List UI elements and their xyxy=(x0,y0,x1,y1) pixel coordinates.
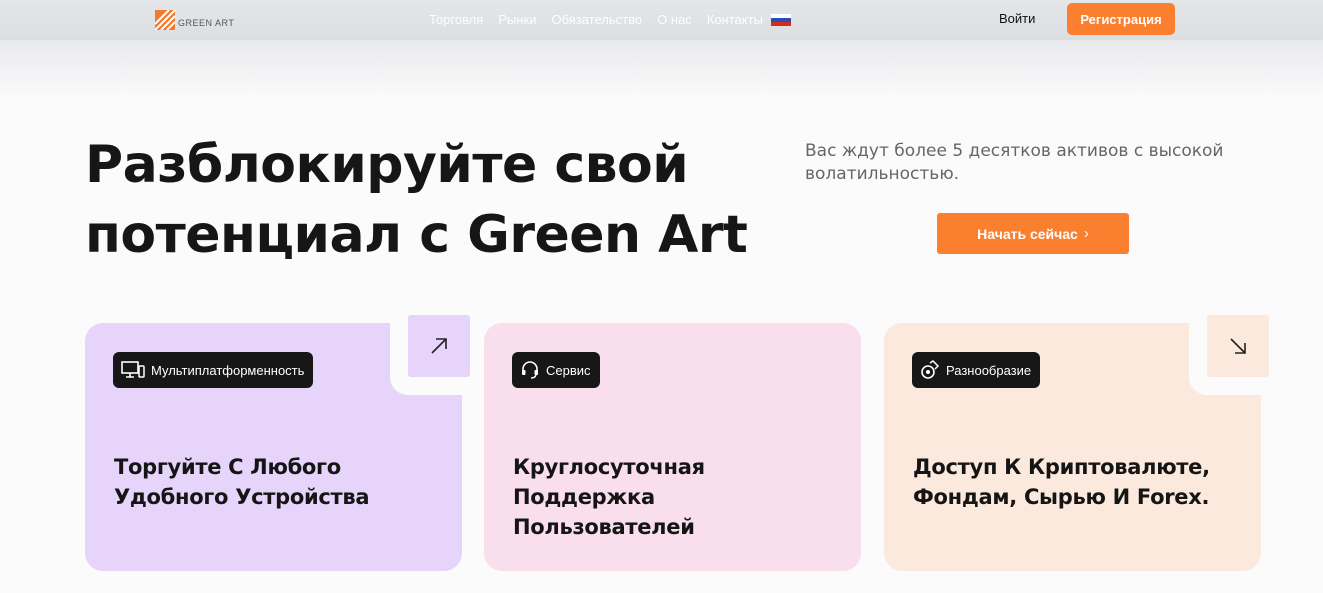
chevron-right-icon: › xyxy=(1083,225,1089,242)
nav-contacts[interactable]: Контакты xyxy=(707,12,763,27)
badge-label: Сервис xyxy=(546,362,591,378)
card-title: Круглосуточная Поддержка Пользователей xyxy=(513,455,705,539)
nav-markets[interactable]: Рынки xyxy=(498,12,536,27)
russia-flag-icon[interactable] xyxy=(770,13,791,27)
nav-about[interactable]: О нас xyxy=(657,12,692,27)
site-header: GREEN ART Торговля Рынки Обязательство О… xyxy=(0,0,1323,40)
feature-card-multiplatform: Мультиплатформенность Торгуйте С Любого … xyxy=(85,315,470,571)
nav-commitment[interactable]: Обязательство xyxy=(551,12,642,27)
arrow-up-right-icon xyxy=(431,338,447,354)
nav-trading[interactable]: Торговля xyxy=(429,12,483,27)
coins-icon xyxy=(921,360,940,379)
feature-badge: Мультиплатформенность xyxy=(113,352,314,388)
feature-badge: Сервис xyxy=(512,352,600,388)
headset-icon xyxy=(522,361,538,379)
devices-icon xyxy=(121,361,145,378)
feature-card-service: Сервис Круглосуточная Поддержка Пользова… xyxy=(484,323,861,571)
card-open-button[interactable] xyxy=(408,315,470,377)
feature-card-variety: Разнообразие Доступ К Криптовалюте, Фонд… xyxy=(884,315,1269,571)
register-button[interactable]: Регистрация xyxy=(1067,3,1175,35)
feature-badge: Разнообразие xyxy=(912,352,1041,388)
badge-label: Мультиплатформенность xyxy=(151,362,305,378)
login-link[interactable]: Войти xyxy=(999,11,1035,26)
hero-title: Разблокируйте свой потенциал с Green Art xyxy=(85,135,748,265)
logo-text: GREEN ART xyxy=(178,18,235,28)
start-now-button[interactable]: Начать сейчас › xyxy=(937,213,1129,254)
badge-label: Разнообразие xyxy=(946,362,1032,378)
start-now-label: Начать сейчас xyxy=(977,225,1078,242)
card-corner xyxy=(1189,315,1269,395)
main-nav: Торговля Рынки Обязательство О нас Конта… xyxy=(429,12,791,27)
logo-icon xyxy=(155,10,176,30)
arrow-down-right-icon xyxy=(1230,338,1246,354)
card-corner xyxy=(390,315,470,395)
card-title: Торгуйте С Любого Удобного Устройства xyxy=(114,455,370,509)
card-open-button[interactable] xyxy=(1207,315,1269,377)
logo[interactable]: GREEN ART xyxy=(155,10,234,30)
header-shadow xyxy=(0,40,1323,100)
card-title: Доступ К Криптовалюте, Фондам, Сырью И F… xyxy=(913,455,1210,509)
hero-subtitle: Вас ждут более 5 десятков активов с высо… xyxy=(805,141,1224,184)
